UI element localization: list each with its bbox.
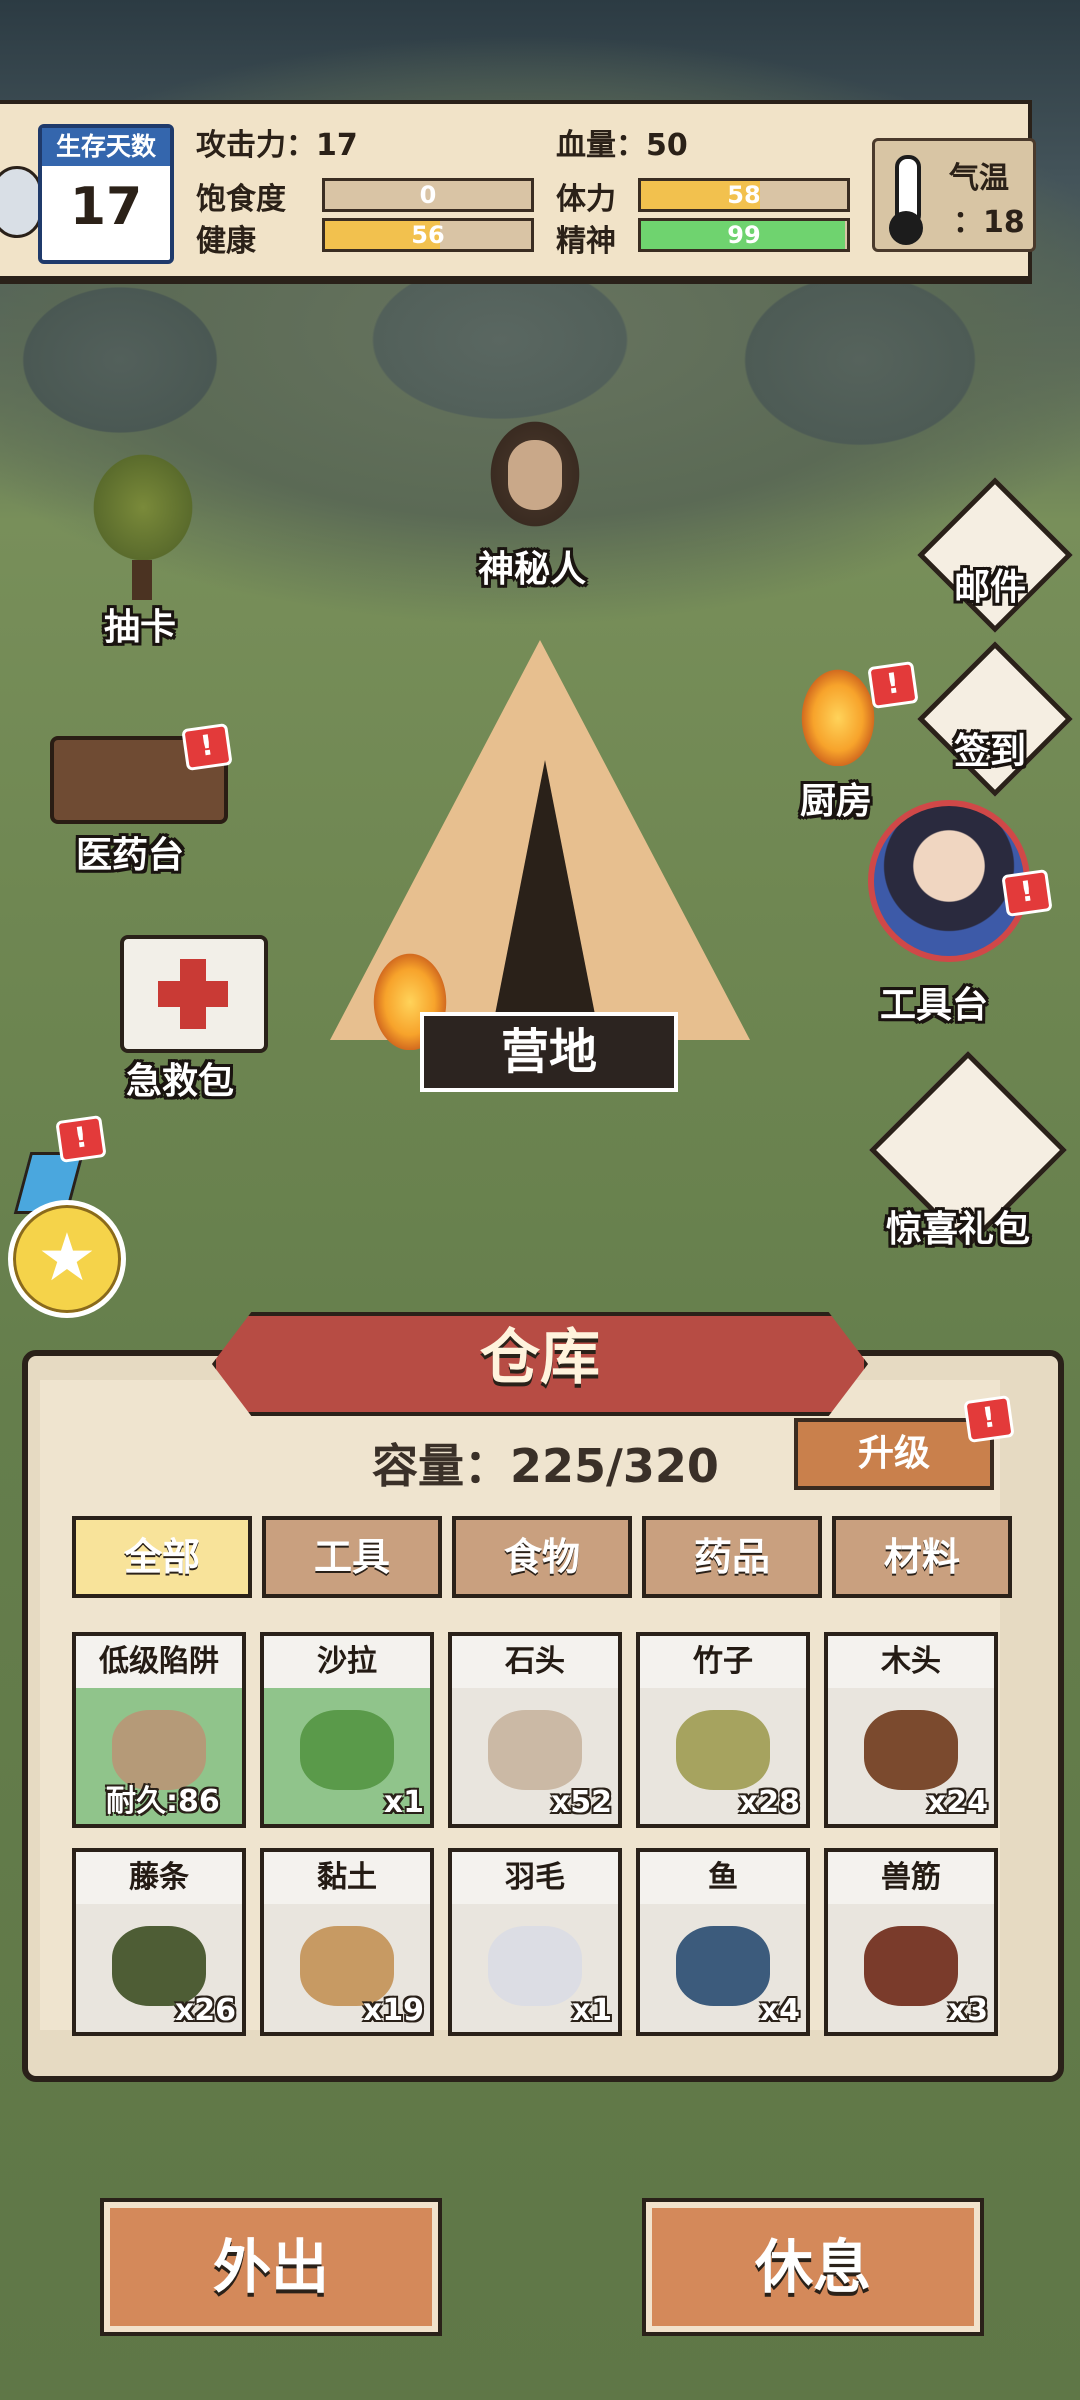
item-card[interactable]: 鱼 x4 bbox=[636, 1848, 810, 2036]
item-card[interactable]: 石头 x52 bbox=[448, 1632, 622, 1828]
upgrade-alert-badge: ! bbox=[963, 1395, 1015, 1443]
gacha-tree-icon bbox=[76, 440, 210, 600]
item-name: 沙拉 bbox=[264, 1636, 430, 1688]
temperature-panel: 气温 ：18 bbox=[872, 138, 1036, 252]
satiety-label: 饱食度 bbox=[196, 182, 286, 217]
item-card[interactable]: 竹子 x28 bbox=[636, 1632, 810, 1828]
npc-label: 神秘人 bbox=[478, 549, 587, 590]
satiety-bar: 0 bbox=[322, 178, 534, 212]
item-art-icon bbox=[864, 1926, 958, 2006]
item-count: x28 bbox=[738, 1785, 800, 1820]
item-card[interactable]: 低级陷阱耐久:86 bbox=[72, 1632, 246, 1828]
item-card[interactable]: 藤条 x26 bbox=[72, 1848, 246, 2036]
hp-stat: 血量：50 bbox=[556, 128, 688, 163]
item-name: 黏土 bbox=[264, 1852, 430, 1904]
medicine-table-label: 医药台 bbox=[76, 835, 185, 876]
toolbench-label: 工具台 bbox=[880, 985, 989, 1026]
npc-face-icon bbox=[508, 440, 562, 510]
item-count: x52 bbox=[550, 1785, 612, 1820]
go-out-button[interactable]: 外出 bbox=[100, 2198, 442, 2336]
signin-label: 签到 bbox=[954, 731, 1027, 772]
satiety-value: 0 bbox=[419, 181, 437, 209]
item-art-icon bbox=[488, 1926, 582, 2006]
tab-2[interactable]: 食物 bbox=[452, 1516, 632, 1598]
health-bar: 56 bbox=[322, 218, 534, 252]
upgrade-button[interactable]: 升级 bbox=[794, 1418, 994, 1490]
stamina-value: 58 bbox=[727, 181, 761, 209]
health-value: 56 bbox=[411, 221, 445, 249]
temperature-label: 气温 bbox=[949, 161, 1009, 196]
survival-days-calendar: 生存天数 17 bbox=[38, 124, 174, 264]
item-card[interactable]: 沙拉 x1 bbox=[260, 1632, 434, 1828]
firstaid-label: 急救包 bbox=[126, 1061, 235, 1102]
item-count: x24 bbox=[926, 1785, 988, 1820]
tab-4[interactable]: 材料 bbox=[832, 1516, 1012, 1598]
side-avatar-icon[interactable] bbox=[0, 166, 42, 238]
item-count: x4 bbox=[759, 1993, 800, 2028]
health-label: 健康 bbox=[196, 224, 256, 259]
gacha-label: 抽卡 bbox=[104, 607, 177, 648]
mail-label: 邮件 bbox=[954, 567, 1027, 608]
firstaid-kit-icon bbox=[120, 935, 268, 1053]
item-card[interactable]: 黏土 x19 bbox=[260, 1848, 434, 2036]
item-art-icon bbox=[676, 1926, 770, 2006]
item-count: 耐久:86 bbox=[106, 1784, 220, 1819]
survival-days-label: 生存天数 bbox=[42, 128, 170, 166]
stamina-label: 体力 bbox=[556, 182, 616, 217]
spirit-value: 99 bbox=[727, 221, 761, 249]
medicine-alert-badge: ! bbox=[181, 723, 233, 771]
item-count: x3 bbox=[947, 1993, 988, 2028]
gift-pack-label: 惊喜礼包 bbox=[886, 1209, 1031, 1250]
item-art-icon bbox=[488, 1710, 582, 1790]
survival-days-value: 17 bbox=[69, 177, 143, 237]
item-count: x26 bbox=[174, 1993, 236, 2028]
temperature-value: ：18 bbox=[953, 205, 1025, 240]
thermometer-icon bbox=[889, 155, 923, 245]
item-card[interactable]: 兽筋 x3 bbox=[824, 1848, 998, 2036]
toolbench-alert-badge: ! bbox=[1001, 869, 1053, 917]
star-medal-icon: ★ bbox=[8, 1200, 126, 1318]
spirit-label: 精神 bbox=[556, 224, 616, 259]
stamina-bar: 58 bbox=[638, 178, 850, 212]
item-name: 低级陷阱 bbox=[76, 1636, 242, 1688]
item-art-icon bbox=[864, 1710, 958, 1790]
tab-1[interactable]: 工具 bbox=[262, 1516, 442, 1598]
kitchen-alert-badge: ! bbox=[867, 661, 919, 709]
item-count: x19 bbox=[362, 1993, 424, 2028]
item-name: 木头 bbox=[828, 1636, 994, 1688]
kitchen-label: 厨房 bbox=[800, 781, 873, 822]
tab-0[interactable]: 全部 bbox=[72, 1516, 252, 1598]
item-name: 竹子 bbox=[640, 1636, 806, 1688]
camp-label[interactable]: 营地 bbox=[420, 1012, 678, 1092]
item-card[interactable]: 木头 x24 bbox=[824, 1632, 998, 1828]
attack-stat: 攻击力：17 bbox=[196, 128, 358, 163]
item-art-icon bbox=[676, 1710, 770, 1790]
item-name: 石头 bbox=[452, 1636, 618, 1688]
warehouse-capacity: 容量：225/320 bbox=[372, 1439, 719, 1493]
medal-alert-badge: ! bbox=[55, 1115, 107, 1163]
tab-3[interactable]: 药品 bbox=[642, 1516, 822, 1598]
item-art-icon bbox=[300, 1710, 394, 1790]
item-name: 兽筋 bbox=[828, 1852, 994, 1904]
item-count: x1 bbox=[571, 1993, 612, 2028]
item-name: 鱼 bbox=[640, 1852, 806, 1904]
tent-door-icon bbox=[490, 760, 600, 1040]
spirit-bar: 99 bbox=[638, 218, 850, 252]
item-name: 藤条 bbox=[76, 1852, 242, 1904]
rest-button[interactable]: 休息 bbox=[642, 2198, 984, 2336]
item-card[interactable]: 羽毛 x1 bbox=[448, 1848, 622, 2036]
item-count: x1 bbox=[383, 1785, 424, 1820]
warehouse-title: 仓库 bbox=[480, 1323, 600, 1393]
item-name: 羽毛 bbox=[452, 1852, 618, 1904]
